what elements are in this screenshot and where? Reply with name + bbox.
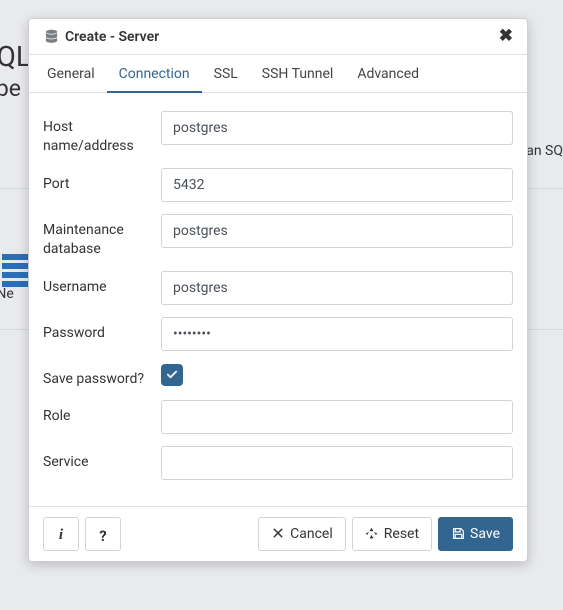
row-role: Role xyxy=(43,400,513,434)
dialog-header: Create - Server ✖ xyxy=(29,19,527,55)
row-password: Password xyxy=(43,317,513,351)
row-service: Service xyxy=(43,446,513,480)
input-password[interactable] xyxy=(161,317,513,351)
input-username[interactable] xyxy=(161,271,513,305)
dialog-body: Host name/address Port Maintenance datab… xyxy=(29,93,527,506)
bg-text-right: an SQ xyxy=(526,143,563,159)
help-button[interactable]: ? xyxy=(85,517,121,551)
reset-label: Reset xyxy=(384,526,419,542)
row-save-password: Save password? xyxy=(43,363,513,389)
check-icon xyxy=(166,369,178,381)
dialog-title: Create - Server xyxy=(65,29,499,45)
label-save-password: Save password? xyxy=(43,363,161,389)
input-host[interactable] xyxy=(161,111,513,145)
row-username: Username xyxy=(43,271,513,305)
reset-button[interactable]: Reset xyxy=(352,517,432,551)
cancel-label: Cancel xyxy=(290,526,333,542)
info-button[interactable]: i xyxy=(43,517,79,551)
dialog-footer: i ? Cancel Reset Save xyxy=(29,506,527,561)
label-password: Password xyxy=(43,317,161,343)
tab-ssl[interactable]: SSL xyxy=(202,56,250,93)
question-icon: ? xyxy=(96,527,110,541)
close-icon[interactable]: ✖ xyxy=(499,28,513,45)
input-maintenance-db[interactable] xyxy=(161,214,513,248)
tab-connection[interactable]: Connection xyxy=(107,56,202,93)
label-host: Host name/address xyxy=(43,111,161,156)
label-maintenance-db: Maintenance database xyxy=(43,214,161,259)
create-server-dialog: Create - Server ✖ General Connection SSL… xyxy=(28,18,528,562)
tab-ssh-tunnel[interactable]: SSH Tunnel xyxy=(250,56,346,93)
label-role: Role xyxy=(43,400,161,426)
close-icon-small xyxy=(271,527,285,541)
input-service[interactable] xyxy=(161,446,513,480)
cancel-button[interactable]: Cancel xyxy=(258,517,346,551)
server-icon xyxy=(43,30,59,44)
label-port: Port xyxy=(43,168,161,194)
row-maintenance-db: Maintenance database xyxy=(43,214,513,259)
save-label: Save xyxy=(470,526,500,542)
save-button[interactable]: Save xyxy=(438,517,513,551)
recycle-icon xyxy=(365,527,379,541)
save-icon xyxy=(451,527,465,541)
row-host: Host name/address xyxy=(43,111,513,156)
tab-general[interactable]: General xyxy=(35,56,107,93)
info-icon: i xyxy=(54,527,68,541)
bg-text-bottom: d Ne xyxy=(0,286,14,302)
toggle-save-password[interactable] xyxy=(161,364,183,386)
label-username: Username xyxy=(43,271,161,297)
row-port: Port xyxy=(43,168,513,202)
label-service: Service xyxy=(43,446,161,472)
dialog-tabs: General Connection SSL SSH Tunnel Advanc… xyxy=(29,55,527,93)
input-port[interactable] xyxy=(161,168,513,202)
input-role[interactable] xyxy=(161,400,513,434)
tab-advanced[interactable]: Advanced xyxy=(345,56,431,93)
